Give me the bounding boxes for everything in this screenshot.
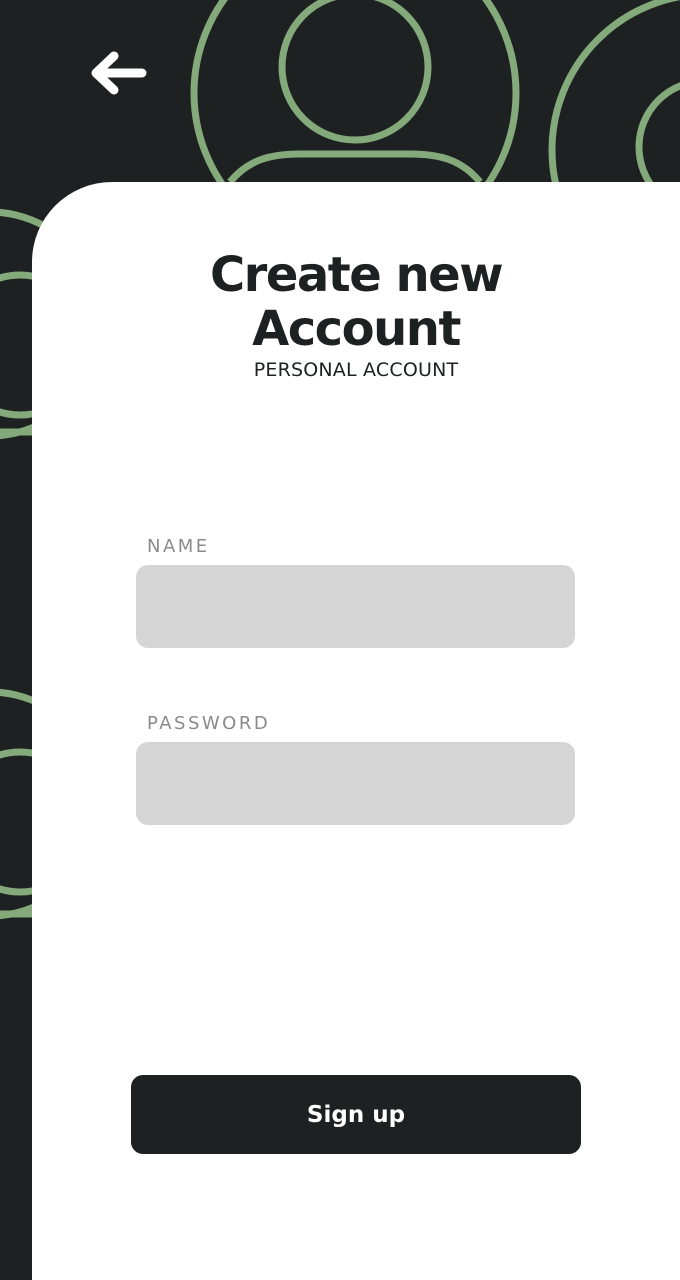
password-label: PASSWORD [147,713,271,734]
password-input[interactable] [136,742,575,825]
user-outline-head [278,0,432,144]
name-input[interactable] [136,565,575,648]
sign-up-button[interactable]: Sign up [131,1075,581,1154]
name-label: NAME [147,536,210,557]
page-title: Create new Account [0,248,680,356]
page-title-line-2: Account [252,301,461,357]
user-outline-body [227,150,483,185]
account-type-subtitle: PERSONAL ACCOUNT [253,359,459,381]
arrow-left-icon [91,51,147,95]
back-button[interactable] [86,48,150,98]
page-title-line-1: Create new [209,247,504,303]
